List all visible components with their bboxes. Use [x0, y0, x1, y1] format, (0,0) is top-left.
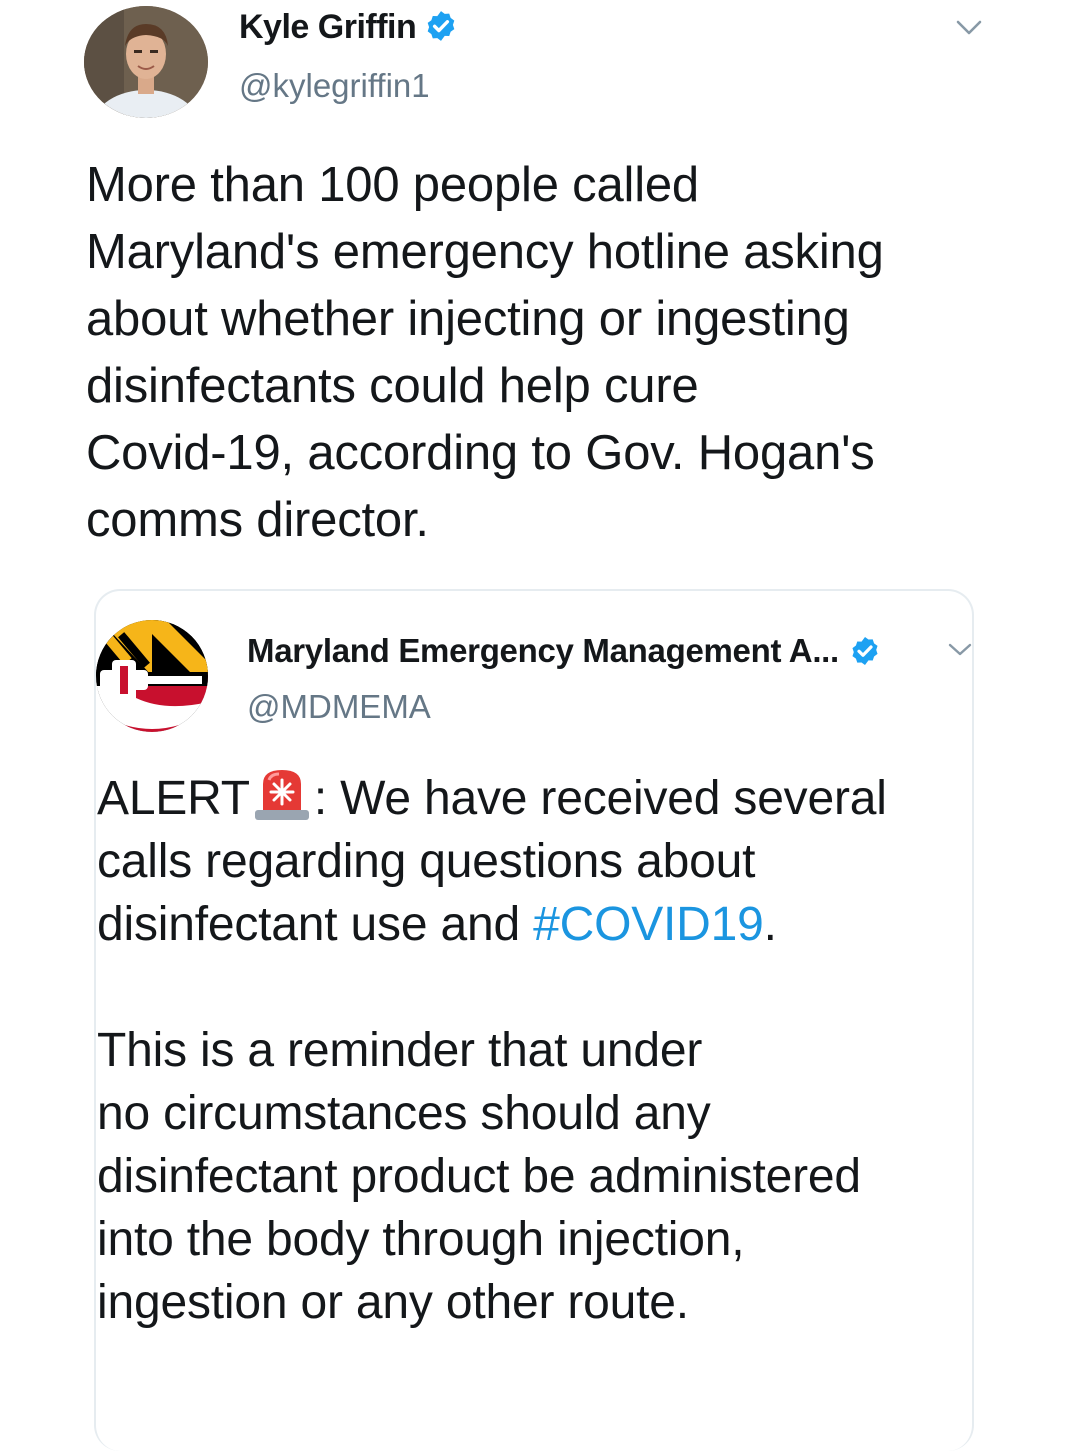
quoted-text-line: ALERT : We have received several	[97, 766, 977, 830]
chevron-down-icon[interactable]	[956, 20, 982, 36]
maryland-flag-logo-icon	[96, 620, 208, 732]
quoted-text-line: This is a reminder that under	[97, 1024, 703, 1077]
quoted-text-segment: .	[763, 898, 777, 951]
author-name[interactable]: Kyle Griffin	[239, 7, 458, 47]
verified-badge-icon	[849, 635, 881, 667]
author-avatar[interactable]	[84, 6, 208, 118]
alert-label: ALERT	[97, 772, 250, 825]
quoted-author-avatar[interactable]	[96, 616, 208, 736]
quoted-text-line: disinfectant product be administered	[97, 1150, 861, 1203]
user-avatar-photo-icon	[84, 6, 208, 118]
tweet-text-line: Maryland's emergency hotline asking	[86, 225, 884, 279]
quoted-text-segment: disinfectant use and	[97, 898, 534, 951]
hashtag-link[interactable]: #COVID19	[533, 898, 764, 951]
author-name-text: Kyle Griffin	[239, 8, 417, 46]
siren-emoji-icon	[251, 766, 313, 822]
quoted-text-line: ingestion or any other route.	[97, 1276, 689, 1329]
tweet-text-line: comms director.	[86, 493, 429, 547]
tweet-text-line: Covid-19, according to Gov. Hogan's	[86, 426, 875, 480]
quoted-text-line: disinfectant use and #COVID19.	[97, 893, 977, 956]
tweet-text-line: disinfectants could help cure	[86, 359, 699, 413]
quoted-text-line: calls regarding questions about	[97, 835, 756, 888]
chevron-down-icon[interactable]	[948, 643, 972, 657]
quoted-author-name-text: Maryland Emergency Management A...	[247, 632, 839, 669]
verified-badge-icon	[424, 9, 458, 43]
quoted-text-line: into the body through injection,	[97, 1213, 745, 1266]
quoted-text-line: no circumstances should any	[97, 1087, 711, 1140]
author-handle[interactable]: @kylegriffin1	[239, 66, 430, 106]
quoted-tweet-text: ALERT : We have received several calls re…	[97, 766, 977, 1334]
tweet-text-line: More than 100 people called	[86, 158, 699, 212]
quoted-author-handle[interactable]: @MDMEMA	[247, 687, 431, 727]
tweet-text: More than 100 people called Maryland's e…	[86, 152, 986, 554]
alert-text: : We have received several	[313, 772, 887, 825]
quoted-author-name[interactable]: Maryland Emergency Management A...	[247, 631, 881, 671]
tweet-text-line: about whether injecting or ingesting	[86, 292, 850, 346]
